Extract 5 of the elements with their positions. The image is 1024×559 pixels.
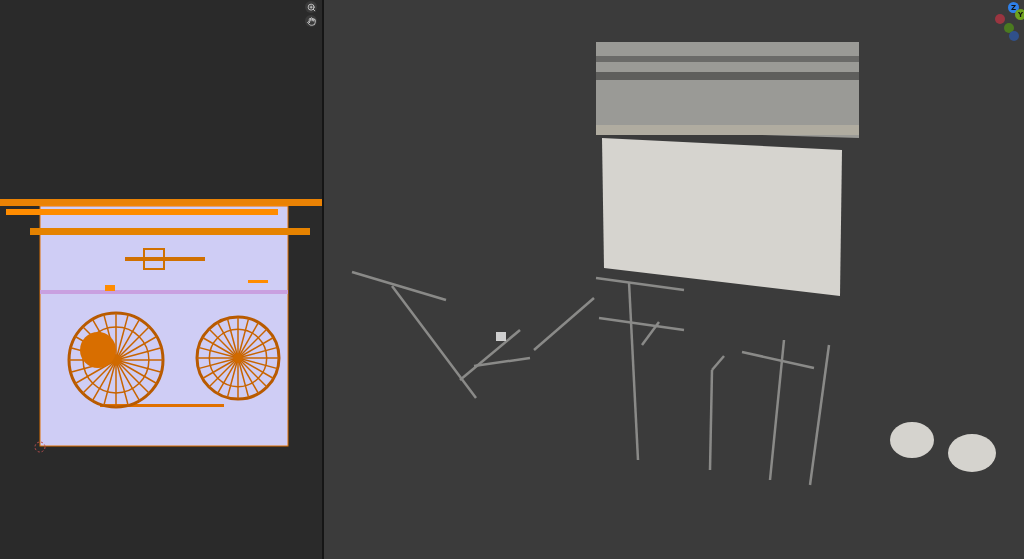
hand-icon[interactable]: [305, 15, 317, 27]
negative-x-axis-icon[interactable]: [995, 14, 1005, 24]
negative-y-axis-icon[interactable]: [1004, 23, 1014, 33]
negative-z-axis-icon[interactable]: [1009, 31, 1019, 41]
zoom-icon[interactable]: [305, 1, 317, 13]
